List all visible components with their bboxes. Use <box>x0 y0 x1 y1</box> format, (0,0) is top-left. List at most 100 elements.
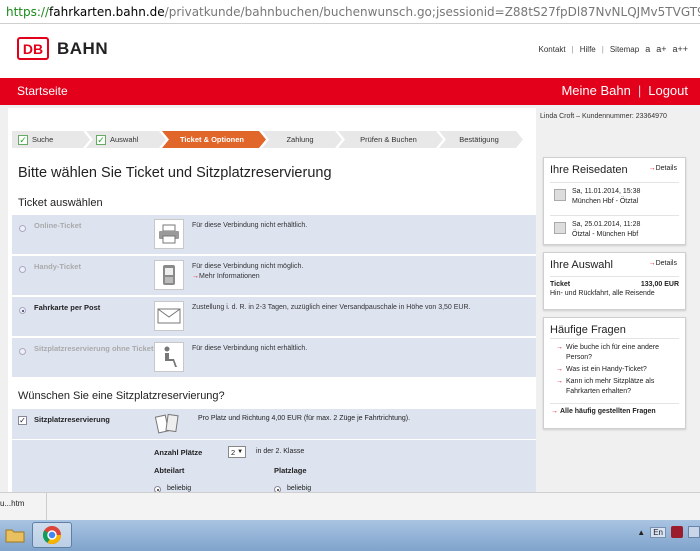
step-pruefen-buchen: Prüfen & Buchen <box>338 131 443 148</box>
auswahl-item-label: Ticket <box>550 281 571 288</box>
separator: | <box>601 44 604 54</box>
system-tray: ▲ En <box>637 526 700 538</box>
faq-item[interactable]: Was ist ein Handy-Ticket? <box>556 365 673 375</box>
download-bar: u...htm <box>0 492 700 521</box>
address-bar[interactable]: https://fahrkarten.bahn.de/privatkunde/b… <box>0 0 700 24</box>
faq-item[interactable]: Kann ich mehr Sitzplätze als Fahrkarten … <box>556 377 673 397</box>
reservation-section-heading: Wünschen Sie eine Sitzplatzreservierung? <box>18 390 225 402</box>
step-label: Auswahl <box>110 135 139 144</box>
radio-sitzplatz-ohne-ticket <box>19 348 26 355</box>
option-description: Für diese Verbindung nicht erhältlich. <box>192 222 308 229</box>
separator: | <box>637 83 642 98</box>
brand-name: BAHN <box>57 39 109 58</box>
option-online-ticket: Online-Ticket Für diese Verbindung nicht… <box>12 215 536 255</box>
url-host: fahrkarten.bahn.de <box>49 4 165 19</box>
option-description: Zustellung i. d. R. in 2-3 Tagen, zuzügl… <box>192 304 471 311</box>
abteilart-value: beliebig <box>167 485 192 492</box>
more-info-link[interactable]: Mehr Informationen <box>192 273 260 280</box>
font-size-normal[interactable]: a <box>645 44 650 54</box>
download-item[interactable]: u...htm <box>0 493 47 521</box>
nav-startseite[interactable]: Startseite <box>17 84 68 98</box>
link-kontakt[interactable]: Kontakt <box>539 45 566 54</box>
step-auswahl[interactable]: ✓ Auswahl <box>86 131 166 148</box>
tray-app-icon[interactable] <box>671 526 683 538</box>
reservation-row: ✓ Sitzplatzreservierung Pro Platz und Ri… <box>12 409 536 439</box>
main-nav: Startseite Meine Bahn | Logout <box>0 78 700 105</box>
faq-box: Häufige Fragen Wie buche ich für eine an… <box>543 317 686 429</box>
font-size-large[interactable]: a+ <box>656 44 666 54</box>
envelope-icon <box>154 301 184 331</box>
step-label: Zahlung <box>286 135 314 144</box>
reservation-label[interactable]: Sitzplatzreservierung <box>34 415 110 424</box>
step-bestaetigung: Bestätigung <box>439 131 523 148</box>
seat-icon <box>154 342 184 372</box>
step-zahlung: Zahlung <box>262 131 342 148</box>
all-faq-link[interactable]: Alle häufig gestellten Fragen <box>544 404 685 421</box>
auswahl-item: Ticket 133,00 EUR <box>550 276 679 288</box>
auswahl-item-sub: Hin- und Rückfahrt, alle Reisende <box>550 290 655 297</box>
top-links: Kontakt | Hilfe | Sitemap a a+ a++ <box>539 44 688 54</box>
step-ticket-optionen: Ticket & Optionen <box>162 131 266 148</box>
trip-date: Sa, 25.01.2014, 11:28 <box>572 221 641 228</box>
platzlage-label: Platzlage <box>274 466 307 475</box>
trip-route: Ötztal - München Hbf <box>572 231 639 238</box>
option-label[interactable]: Fahrkarte per Post <box>34 303 154 313</box>
trip-date: Sa, 11.01.2014, 15:38 <box>572 188 641 195</box>
platzlage-value: beliebig <box>287 485 312 492</box>
seat-count-value: 2 <box>231 447 236 457</box>
printer-icon <box>154 219 184 249</box>
flag-icon[interactable] <box>688 526 700 538</box>
train-icon <box>554 222 566 234</box>
faq-title: Häufige Fragen <box>550 324 626 336</box>
booking-steps: ✓ Suche ✓ Auswahl Ticket & Optionen Zahlun… <box>12 131 519 148</box>
option-label: Handy-Ticket <box>34 262 81 271</box>
link-hilfe[interactable]: Hilfe <box>580 45 596 54</box>
page-title: Bitte wählen Sie Ticket und Sitzplatzres… <box>18 165 332 181</box>
reservation-ticket-icon <box>154 411 184 437</box>
reisedaten-box: Ihre Reisedaten Details Sa, 11.01.2014, … <box>543 157 686 245</box>
step-label: Ticket & Optionen <box>179 135 245 144</box>
folder-icon[interactable] <box>0 522 30 548</box>
url-path: /privatkunde/bahnbuchen/buchenwunsch.go;… <box>164 4 700 19</box>
seat-count-select[interactable]: 2 ▼ <box>228 446 247 458</box>
step-label: Suche <box>32 135 54 144</box>
tray-expand-icon[interactable]: ▲ <box>637 528 645 537</box>
reservation-details: Anzahl Plätze 2 ▼ in der 2. Klasse Abteil… <box>12 440 536 493</box>
chrome-icon[interactable] <box>32 522 72 548</box>
option-label: Sitzplatzreservierung ohne Ticket <box>34 344 154 353</box>
option-description: Für diese Verbindung nicht erhältlich. <box>192 345 308 352</box>
font-size-xlarge[interactable]: a++ <box>672 44 688 54</box>
class-text: in der 2. Klasse <box>256 448 305 455</box>
taskbar: ▲ En <box>0 520 700 551</box>
download-filename: u...htm <box>0 499 25 508</box>
trip-item: Sa, 11.01.2014, 15:38 München Hbf - Ötzt… <box>550 182 679 211</box>
trip-item: Sa, 25.01.2014, 11:28 Ötztal - München H… <box>550 215 679 244</box>
option-fahrkarte-per-post: Fahrkarte per Post Zustellung i. d. R. i… <box>12 297 536 337</box>
step-suche[interactable]: ✓ Suche <box>12 131 90 148</box>
faq-item[interactable]: Wie buche ich für eine andere Person? <box>556 343 673 363</box>
nav-meine-bahn[interactable]: Meine Bahn <box>561 83 630 98</box>
mobile-phone-icon <box>154 260 184 290</box>
auswahl-details-link[interactable]: Details <box>649 260 677 267</box>
db-logo[interactable]: DB <box>17 37 49 60</box>
option-description-text: Für diese Verbindung nicht möglich. <box>192 263 304 270</box>
reisedaten-details-link[interactable]: Details <box>649 165 677 172</box>
radio-online-ticket <box>19 225 26 232</box>
language-indicator[interactable]: En <box>650 526 666 538</box>
chevron-down-icon: ▼ <box>237 449 244 455</box>
faq-list: Wie buche ich für eine andere Person? Wa… <box>550 338 679 404</box>
user-info: Linda Croft – Kundennummer: 23364970 <box>540 113 667 120</box>
site-header: DB BAHN Kontakt | Hilfe | Sitemap a a+ a… <box>0 24 700 78</box>
ticket-section-heading: Ticket auswählen <box>18 197 103 209</box>
trip-route: München Hbf - Ötztal <box>572 198 639 205</box>
auswahl-box: Ihre Auswahl Details Ticket 133,00 EUR H… <box>543 252 686 310</box>
link-sitemap[interactable]: Sitemap <box>610 45 639 54</box>
reservation-description: Pro Platz und Richtung 4,00 EUR (für max… <box>198 415 411 422</box>
nav-logout[interactable]: Logout <box>648 83 688 98</box>
separator: | <box>571 44 574 54</box>
radio-fahrkarte-per-post[interactable] <box>19 307 26 314</box>
url-scheme: https:// <box>6 4 50 19</box>
reservation-checkbox[interactable]: ✓ <box>18 416 27 425</box>
check-icon: ✓ <box>97 134 105 145</box>
option-sitzplatz-ohne-ticket: Sitzplatzreservierung ohne Ticket Für di… <box>12 338 536 378</box>
